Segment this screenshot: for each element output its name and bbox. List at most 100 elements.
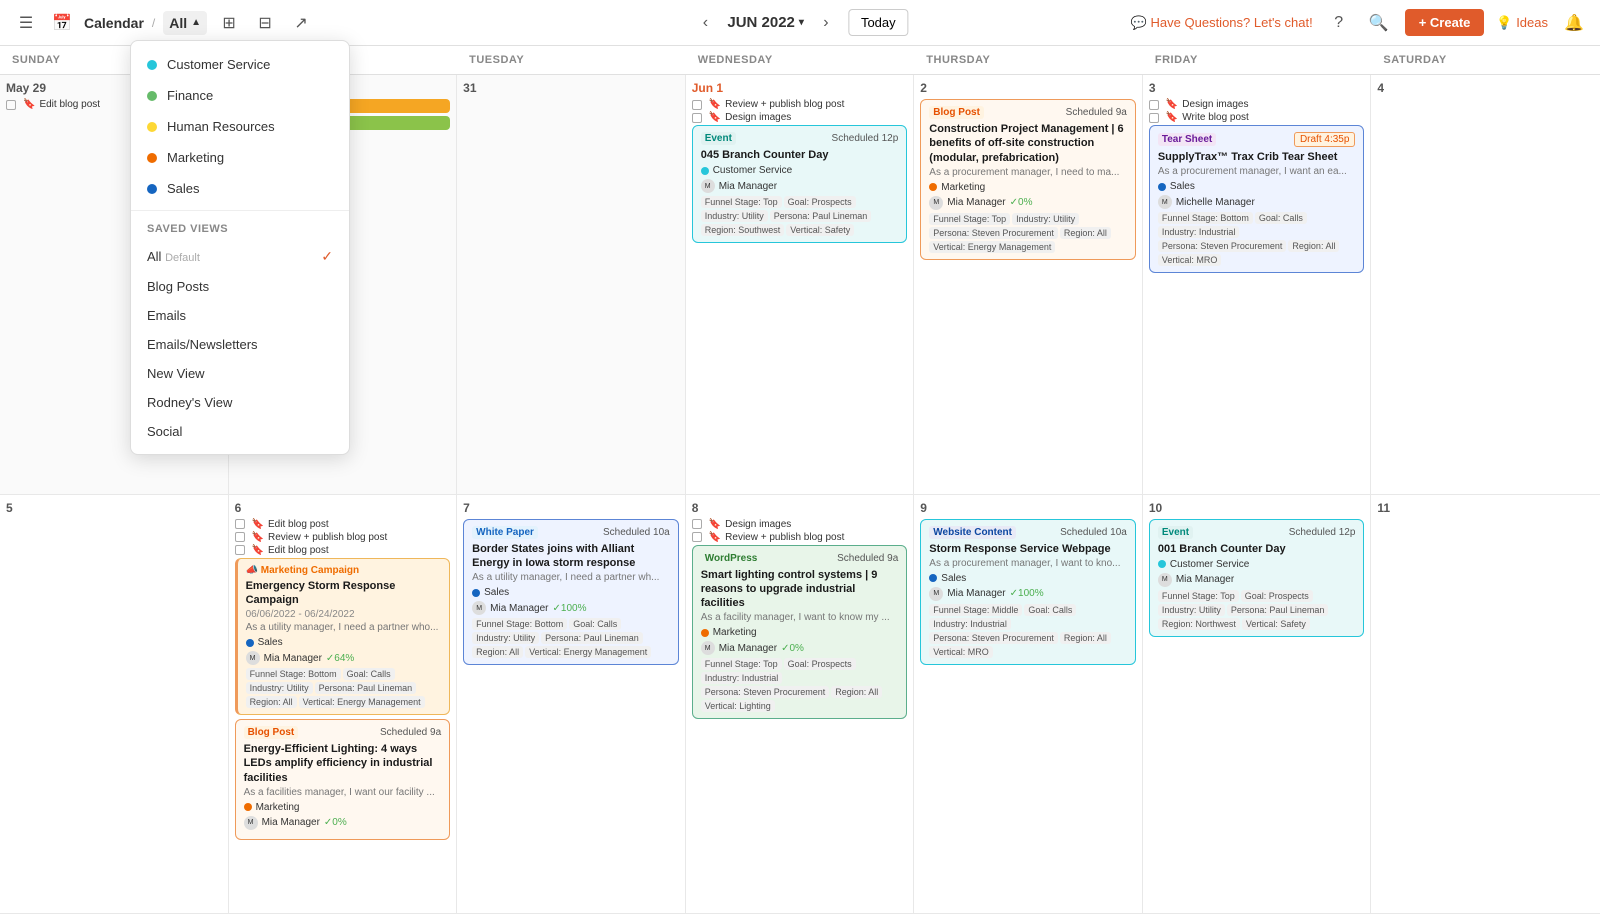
task-design-images-3[interactable]: 🔖 Design images — [1149, 99, 1365, 110]
create-button[interactable]: + Create — [1405, 9, 1485, 36]
saved-view-rodneys-view[interactable]: Rodney's View — [131, 388, 349, 417]
help-icon[interactable]: ? — [1325, 9, 1353, 37]
saved-view-emails[interactable]: Emails — [131, 301, 349, 330]
task-cb-8a[interactable] — [692, 519, 702, 529]
card-tearsheet[interactable]: Tear Sheet Draft 4:35p SupplyTrax™ Trax … — [1149, 125, 1365, 273]
task-review-8[interactable]: 🔖 Review + publish blog post — [692, 532, 908, 543]
team-label-human-resources: Human Resources — [167, 119, 275, 134]
team-human-resources[interactable]: Human Resources — [131, 111, 349, 142]
menu-icon[interactable]: ☰ — [12, 9, 40, 37]
chat-link[interactable]: 💬 Have Questions? Let's chat! — [1131, 15, 1313, 31]
tags-001: Funnel Stage: Top Goal: Prospects Indust… — [1158, 590, 1356, 630]
month-chevron-icon: ▾ — [799, 17, 804, 28]
saved-view-emails-newsletters[interactable]: Emails/Newsletters — [131, 330, 349, 359]
card-045-branch[interactable]: Event Scheduled 12p 045 Branch Counter D… — [692, 125, 908, 243]
task-design-8[interactable]: 🔖 Design images — [692, 519, 908, 530]
scheduled-001: Scheduled 12p — [1289, 527, 1356, 538]
task-cb-8b[interactable] — [692, 532, 702, 542]
tag-s5: Region: All — [831, 686, 882, 698]
team-marketing[interactable]: Marketing — [131, 142, 349, 173]
cell-jun4: 4 — [1371, 75, 1600, 495]
dropdown-divider — [131, 210, 349, 211]
task-design-images[interactable]: 🔖 Design images — [692, 112, 908, 123]
card-001-branch[interactable]: Event Scheduled 12p 001 Branch Counter D… — [1149, 519, 1365, 637]
tag-sw5: Region: All — [1060, 632, 1111, 644]
subtitle-construction: As a procurement manager, I need to ma..… — [929, 167, 1127, 179]
ideas-button[interactable]: 💡 Ideas — [1496, 15, 1548, 31]
manager-name-emergency: Mia Manager — [264, 653, 322, 664]
title-storm: Storm Response Service Webpage — [929, 542, 1127, 556]
tag-e3: Industry: Utility — [246, 682, 313, 694]
tag-s1: Funnel Stage: Top — [701, 658, 782, 670]
team-dot-sales — [147, 184, 157, 194]
task-review-publish[interactable]: 🔖 Review + publish blog post — [692, 99, 908, 110]
team-001: Customer Service — [1170, 559, 1249, 570]
team-dot-storm — [929, 574, 937, 582]
team-lighting: Marketing — [256, 802, 300, 813]
task-icon-3b: 🔖 — [1166, 112, 1178, 123]
card-storm-webpage[interactable]: Website Content Scheduled 10a Storm Resp… — [920, 519, 1136, 665]
task-cb-3a[interactable] — [1149, 100, 1159, 110]
manager-name-001: Mia Manager — [1176, 574, 1234, 585]
team-dot-border — [472, 589, 480, 597]
all-dropdown: Customer Service Finance Human Resources… — [130, 40, 350, 455]
task-label-review: Review + publish blog post — [725, 99, 844, 110]
filter-icon[interactable]: ⊞ — [215, 9, 243, 37]
month-selector[interactable]: JUN 2022 ▾ — [727, 14, 804, 31]
scheduled-045: Scheduled 12p — [832, 133, 899, 144]
team-label-customer-service: Customer Service — [167, 57, 270, 72]
card-smart-lighting[interactable]: WordPress Scheduled 9a Smart lighting co… — [692, 545, 908, 720]
task-edit-6c[interactable]: 🔖 Edit blog post — [235, 545, 451, 556]
tags-border: Funnel Stage: Bottom Goal: Calls Industr… — [472, 618, 670, 658]
day-num-jun10: 10 — [1149, 501, 1365, 515]
task-icon-6a: 🔖 — [252, 519, 264, 530]
day-num-jun9: 9 — [920, 501, 1136, 515]
card-construction[interactable]: Blog Post Scheduled 9a Construction Proj… — [920, 99, 1136, 260]
task-label-6a: Edit blog post — [268, 519, 329, 530]
saved-view-new-view[interactable]: New View — [131, 359, 349, 388]
share-icon[interactable]: ↗ — [287, 9, 315, 37]
task-cb-6a[interactable] — [235, 519, 245, 529]
saved-view-all[interactable]: All Default ✓ — [131, 241, 349, 272]
task-cb-6c[interactable] — [235, 545, 245, 555]
today-button[interactable]: Today — [848, 9, 909, 36]
prev-month-button[interactable]: ‹ — [691, 9, 719, 37]
team-customer-service[interactable]: Customer Service — [131, 49, 349, 80]
bell-icon[interactable]: 🔔 — [1560, 9, 1588, 37]
search-icon[interactable]: 🔍 — [1365, 9, 1393, 37]
task-review-6[interactable]: 🔖 Review + publish blog post — [235, 532, 451, 543]
manager-storm: M Mia Manager ✓100% — [929, 587, 1127, 601]
subtitle-emergency: As a utility manager, I need a partner w… — [246, 622, 442, 634]
tag-e4: Persona: Paul Lineman — [315, 682, 417, 694]
task-checkbox-review[interactable] — [692, 100, 702, 110]
team-sales[interactable]: Sales — [131, 173, 349, 204]
card-energy-lighting[interactable]: Blog Post Scheduled 9a Energy-Efficient … — [235, 719, 451, 840]
saved-view-blog-posts[interactable]: Blog Posts — [131, 272, 349, 301]
subtitle-lighting: As a facilities manager, I want our faci… — [244, 787, 442, 799]
next-month-button[interactable]: › — [812, 9, 840, 37]
task-cb-3b[interactable] — [1149, 113, 1159, 123]
task-checkbox-design[interactable] — [692, 113, 702, 123]
task-cb-6b[interactable] — [235, 532, 245, 542]
layout-icon[interactable]: ⊟ — [251, 9, 279, 37]
team-finance[interactable]: Finance — [131, 80, 349, 111]
breadcrumb-sep: / — [152, 16, 155, 30]
task-label-6b: Review + publish blog post — [268, 532, 387, 543]
saved-view-social[interactable]: Social — [131, 417, 349, 446]
task-edit-6a[interactable]: 🔖 Edit blog post — [235, 519, 451, 530]
tag-c5: Vertical: Energy Management — [929, 241, 1055, 253]
tag-t4: Persona: Steven Procurement — [1158, 240, 1287, 252]
task-label-8b: Review + publish blog post — [725, 532, 844, 543]
avatar-tearsheet: M — [1158, 195, 1172, 209]
task-icon: 🔖 — [23, 99, 35, 110]
card-border-states[interactable]: White Paper Scheduled 10a Border States … — [463, 519, 679, 666]
avatar-045: M — [701, 179, 715, 193]
calendar-icon[interactable]: 📅 — [48, 9, 76, 37]
all-dropdown-button[interactable]: All ▲ — [163, 11, 207, 35]
task-checkbox[interactable] — [6, 100, 16, 110]
card-emergency-campaign[interactable]: 📣 Marketing Campaign Emergency Storm Res… — [235, 558, 451, 716]
tag-001-2: Goal: Prospects — [1241, 590, 1313, 602]
day-num-jun1: Jun 1 — [692, 81, 908, 95]
tag-e5: Region: All — [246, 696, 297, 708]
task-write-blog-3[interactable]: 🔖 Write blog post — [1149, 112, 1365, 123]
